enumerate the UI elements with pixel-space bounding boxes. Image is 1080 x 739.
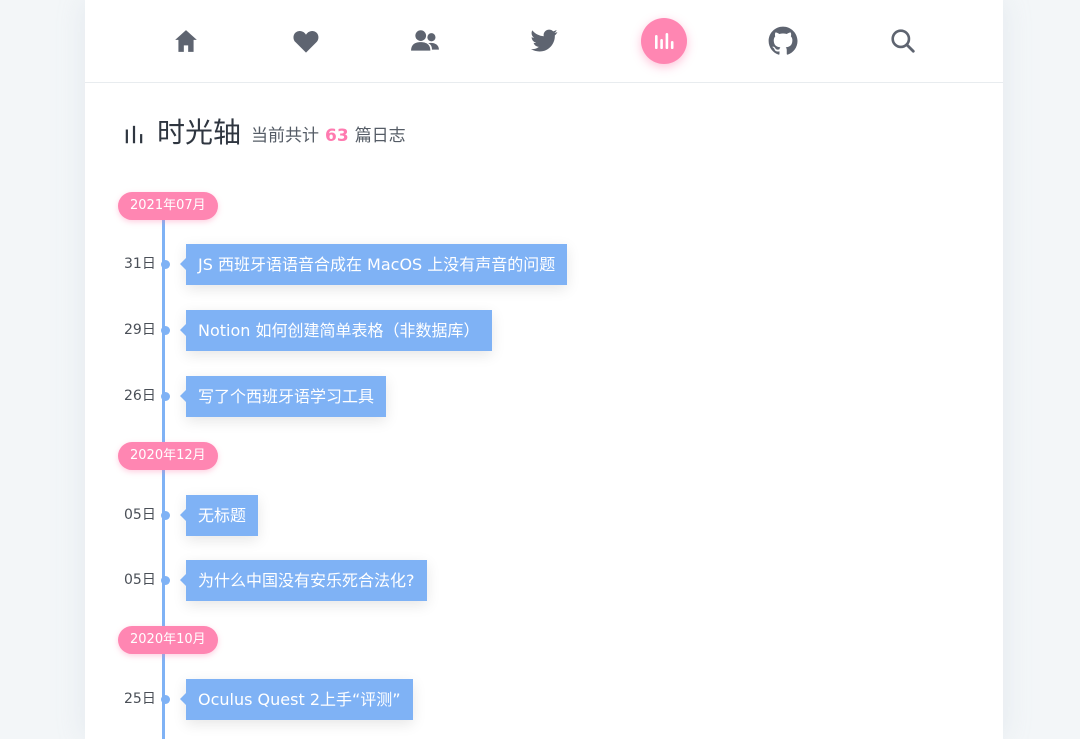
month-badge: 2020年10月 (118, 626, 218, 654)
subtitle-prefix: 当前共计 (251, 126, 320, 146)
nav-favorites-button[interactable] (283, 18, 329, 64)
timeline-dot (161, 576, 170, 585)
entry-day: 29日 (124, 322, 156, 338)
post-link[interactable]: Notion 如何创建简单表格（非数据库） (180, 310, 492, 351)
timeline-icon (125, 125, 143, 144)
timeline-entry: 31日 JS 西班牙语语音合成在 MacOS 上没有声音的问题 (85, 244, 985, 285)
timeline-entry: 05日 无标题 (85, 495, 985, 536)
entry-day: 31日 (124, 256, 156, 272)
subtitle-suffix: 篇日志 (354, 126, 406, 146)
nav-twitter-button[interactable] (521, 18, 567, 64)
post-link[interactable]: JS 西班牙语语音合成在 MacOS 上没有声音的问题 (179, 244, 568, 285)
post-count-summary: 当前共计 63 篇日志 (251, 116, 406, 156)
github-icon (768, 26, 798, 55)
page-title: 时光轴 (157, 116, 242, 149)
entry-day: 25日 (124, 691, 156, 707)
top-nav (85, 0, 1003, 83)
timeline-dot (161, 695, 170, 704)
timeline-entry: 05日 为什么中国没有安乐死合法化? (85, 560, 985, 601)
post-count: 63 (325, 126, 349, 146)
nav-github-button[interactable] (760, 18, 806, 64)
timeline-dot (161, 260, 170, 269)
timeline-dot (161, 392, 170, 401)
post-link[interactable]: Oculus Quest 2上手“评测” (180, 679, 413, 720)
post-link[interactable]: 无标题 (179, 495, 259, 536)
twitter-icon (531, 29, 558, 52)
post-link[interactable]: 写了个西班牙语学习工具 (179, 376, 387, 417)
main-card: 时光轴 当前共计 63 篇日志 2021年07月 31日 JS 西班牙语语音合成在 … (85, 0, 1003, 739)
month-badge: 2021年07月 (118, 192, 218, 220)
timeline-entry: 29日 Notion 如何创建简单表格（非数据库） (85, 310, 985, 351)
nav-home-button[interactable] (163, 18, 209, 64)
search-icon (891, 29, 915, 53)
nav-search-button[interactable] (880, 18, 926, 64)
entry-day: 05日 (124, 572, 156, 588)
home-icon (175, 30, 197, 52)
post-link[interactable]: 为什么中国没有安乐死合法化? (180, 560, 427, 601)
nav-timeline-button[interactable] (641, 18, 687, 64)
page-header: 时光轴 当前共计 63 篇日志 (123, 110, 406, 156)
entry-day: 05日 (124, 507, 156, 523)
timeline-dot (161, 326, 170, 335)
timeline-dot (161, 511, 170, 520)
heart-icon (293, 31, 319, 53)
timeline-icon (655, 33, 674, 49)
timeline-entry: 26日 写了个西班牙语学习工具 (85, 376, 985, 417)
entry-day: 26日 (124, 388, 156, 404)
nav-friends-button[interactable] (402, 18, 448, 64)
timeline-axis (162, 206, 165, 739)
users-icon (411, 30, 439, 51)
month-badge: 2020年12月 (118, 442, 218, 470)
timeline-entry: 25日 Oculus Quest 2上手“评测” (85, 679, 985, 720)
